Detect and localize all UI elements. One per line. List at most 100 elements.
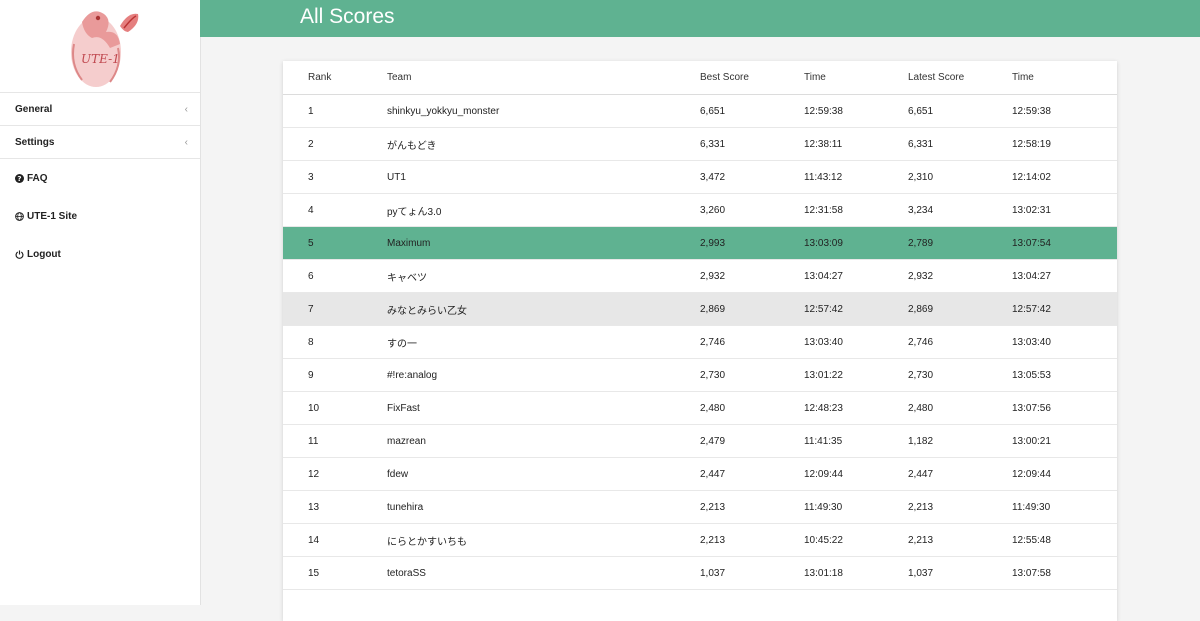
best-time-cell: 13:01:18	[804, 556, 908, 590]
rank-cell: 6	[283, 259, 387, 293]
team-cell: Maximum	[387, 226, 700, 260]
link-logout[interactable]: Logout	[0, 235, 200, 273]
rank-cell: 7	[283, 292, 387, 326]
best-score-cell: 3,260	[700, 193, 804, 227]
best-score-cell: 2,447	[700, 457, 804, 491]
best-score-cell: 2,746	[700, 325, 804, 359]
best-time-cell: 12:57:42	[804, 292, 908, 326]
latest-time-cell: 13:07:54	[1012, 226, 1117, 260]
team-cell: にらとかすいちも	[387, 523, 700, 557]
menu-general-label: General	[15, 103, 53, 115]
table-row[interactable]: 9 #!re:analog 2,730 13:01:22 2,730 13:05…	[283, 358, 1117, 392]
link-ute1-site[interactable]: UTE-1 Site	[0, 197, 200, 235]
column-header-best-score: Best Score	[700, 61, 804, 95]
latest-time-cell: 12:58:19	[1012, 127, 1117, 161]
best-score-cell: 2,993	[700, 226, 804, 260]
rank-cell: 13	[283, 490, 387, 524]
table-row[interactable]: 15 tetoraSS 1,037 13:01:18 1,037 13:07:5…	[283, 556, 1117, 590]
table-row[interactable]: 2 がんもどき 6,331 12:38:11 6,331 12:58:19	[283, 127, 1117, 161]
latest-score-cell: 1,182	[908, 424, 1012, 458]
table-row[interactable]: 3 UT1 3,472 11:43:12 2,310 12:14:02	[283, 160, 1117, 194]
header: All Scores	[200, 0, 1200, 37]
table-row[interactable]: 12 fdew 2,447 12:09:44 2,447 12:09:44	[283, 457, 1117, 491]
link-faq-label: FAQ	[27, 172, 48, 184]
menu-settings-label: Settings	[15, 136, 55, 148]
best-time-cell: 13:01:22	[804, 358, 908, 392]
latest-time-cell: 12:57:42	[1012, 292, 1117, 326]
team-cell: pyてょん3.0	[387, 193, 700, 227]
latest-time-cell: 13:00:21	[1012, 424, 1117, 458]
team-cell: UT1	[387, 160, 700, 194]
column-header-latest-score: Latest Score	[908, 61, 1012, 95]
table-header-row: Rank Team Best Score Time Latest Score T…	[283, 61, 1117, 95]
latest-score-cell: 2,789	[908, 226, 1012, 260]
latest-score-cell: 6,331	[908, 127, 1012, 161]
best-time-cell: 10:45:22	[804, 523, 908, 557]
team-cell: mazrean	[387, 424, 700, 458]
logo[interactable]: UTE-1	[0, 0, 200, 93]
scores-card: Rank Team Best Score Time Latest Score T…	[283, 61, 1117, 621]
menu-general[interactable]: General ‹	[0, 93, 200, 126]
latest-time-cell: 12:09:44	[1012, 457, 1117, 491]
latest-score-cell: 1,037	[908, 556, 1012, 590]
latest-time-cell: 12:55:48	[1012, 523, 1117, 557]
best-time-cell: 11:41:35	[804, 424, 908, 458]
column-header-best-time: Time	[804, 61, 908, 95]
latest-score-cell: 2,932	[908, 259, 1012, 293]
rank-cell: 12	[283, 457, 387, 491]
table-row[interactable]: 1 shinkyu_yokkyu_monster 6,651 12:59:38 …	[283, 94, 1117, 128]
svg-text:?: ?	[17, 174, 21, 183]
rank-cell: 8	[283, 325, 387, 359]
table-row-hovered[interactable]: 7 みなとみらい乙女 2,869 12:57:42 2,869 12:57:42	[283, 292, 1117, 326]
best-score-cell: 6,331	[700, 127, 804, 161]
latest-score-cell: 2,746	[908, 325, 1012, 359]
link-faq[interactable]: ? FAQ	[0, 159, 200, 197]
column-header-rank: Rank	[283, 61, 387, 95]
table-row[interactable]: 13 tunehira 2,213 11:49:30 2,213 11:49:3…	[283, 490, 1117, 524]
rank-cell: 14	[283, 523, 387, 557]
best-time-cell: 11:43:12	[804, 160, 908, 194]
table-row[interactable]: 11 mazrean 2,479 11:41:35 1,182 13:00:21	[283, 424, 1117, 458]
rank-cell: 3	[283, 160, 387, 194]
latest-score-cell: 2,869	[908, 292, 1012, 326]
table-row[interactable]: 4 pyてょん3.0 3,260 12:31:58 3,234 13:02:31	[283, 193, 1117, 227]
team-cell: shinkyu_yokkyu_monster	[387, 94, 700, 128]
best-time-cell: 12:38:11	[804, 127, 908, 161]
rank-cell: 15	[283, 556, 387, 590]
team-cell: tunehira	[387, 490, 700, 524]
best-time-cell: 11:49:30	[804, 490, 908, 524]
latest-time-cell: 13:02:31	[1012, 193, 1117, 227]
best-time-cell: 12:09:44	[804, 457, 908, 491]
sidebar: UTE-1 General ‹ Settings ‹ ? FAQ UTE-1 S…	[0, 0, 201, 605]
column-header-team: Team	[387, 61, 700, 95]
best-score-cell: 2,932	[700, 259, 804, 293]
power-icon	[15, 249, 24, 259]
best-time-cell: 13:03:40	[804, 325, 908, 359]
best-score-cell: 3,472	[700, 160, 804, 194]
latest-time-cell: 11:49:30	[1012, 490, 1117, 524]
best-score-cell: 2,480	[700, 391, 804, 425]
best-time-cell: 12:59:38	[804, 94, 908, 128]
question-circle-icon: ?	[15, 173, 24, 183]
table-row[interactable]: 14 にらとかすいちも 2,213 10:45:22 2,213 12:55:4…	[283, 523, 1117, 557]
rank-cell: 1	[283, 94, 387, 128]
rank-cell: 5	[283, 226, 387, 260]
table-row[interactable]: 10 FixFast 2,480 12:48:23 2,480 13:07:56	[283, 391, 1117, 425]
table-row[interactable]: 8 すの一 2,746 13:03:40 2,746 13:03:40	[283, 325, 1117, 359]
team-cell: がんもどき	[387, 127, 700, 161]
rank-cell: 10	[283, 391, 387, 425]
table-row[interactable]: 6 キャベツ 2,932 13:04:27 2,932 13:04:27	[283, 259, 1117, 293]
latest-score-cell: 2,310	[908, 160, 1012, 194]
menu-settings[interactable]: Settings ‹	[0, 126, 200, 159]
team-cell: すの一	[387, 325, 700, 359]
team-cell: キャベツ	[387, 259, 700, 293]
chevron-left-icon: ‹	[184, 136, 188, 148]
best-score-cell: 2,479	[700, 424, 804, 458]
latest-score-cell: 2,213	[908, 490, 1012, 524]
latest-score-cell: 6,651	[908, 94, 1012, 128]
table-row-highlighted[interactable]: 5 Maximum 2,993 13:03:09 2,789 13:07:54	[283, 226, 1117, 260]
latest-time-cell: 13:05:53	[1012, 358, 1117, 392]
team-cell: FixFast	[387, 391, 700, 425]
column-header-latest-time: Time	[1012, 61, 1117, 95]
link-ute1-site-label: UTE-1 Site	[27, 210, 78, 222]
